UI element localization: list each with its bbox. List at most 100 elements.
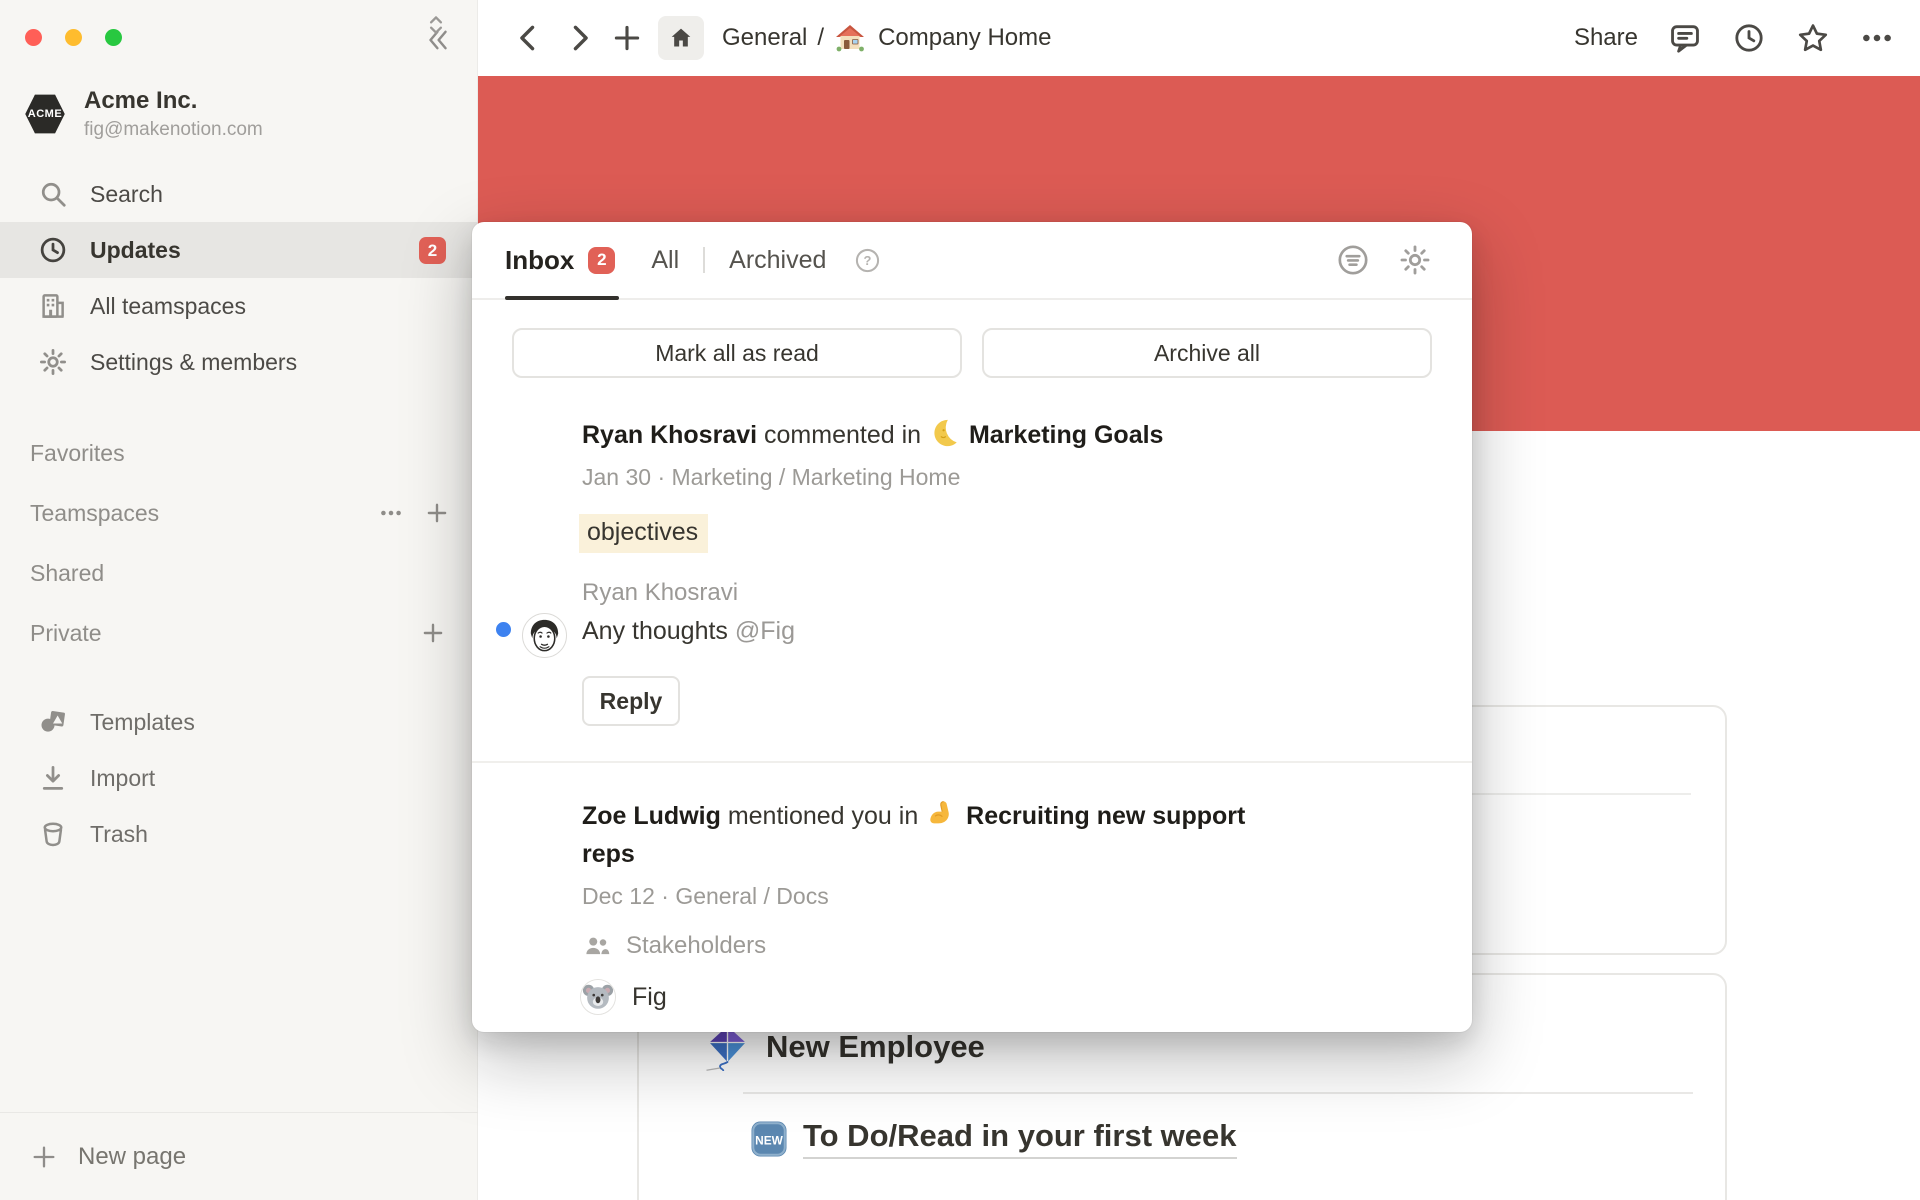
- tab-inbox-label: Inbox: [505, 245, 574, 276]
- notification-separator: [472, 761, 1472, 763]
- audience-row: Stakeholders: [582, 931, 1260, 961]
- new-tab-plus-button[interactable]: [610, 21, 644, 55]
- house-emoji: [834, 22, 866, 54]
- back-button[interactable]: [512, 21, 546, 55]
- sidebar-item-label: Search: [90, 181, 163, 208]
- people-icon: [582, 931, 612, 961]
- crescent-moon-emoji: [930, 418, 960, 448]
- tab-archived[interactable]: Archived: [729, 246, 826, 275]
- sidebar-item-updates[interactable]: Updates 2: [0, 222, 478, 278]
- building-icon: [38, 291, 68, 321]
- workspace-switcher[interactable]: ACME Acme Inc. fig@makenotion.com: [24, 86, 454, 142]
- archive-all-button[interactable]: Archive all: [982, 328, 1432, 378]
- sidebar: ACME Acme Inc. fig@makenotion.com Search…: [0, 0, 478, 1200]
- active-tab-underline: [505, 296, 619, 300]
- comment-text: Any thoughts: [582, 617, 728, 645]
- updates-inbox-popover: Inbox 2 All Archived ? Mark all as read …: [472, 222, 1472, 1032]
- home-breadcrumb-button[interactable]: [658, 16, 704, 60]
- embedded-page-title[interactable]: New Employee: [766, 1029, 985, 1065]
- section-label: Favorites: [30, 440, 125, 467]
- favorite-star-icon[interactable]: [1796, 21, 1830, 55]
- sidebar-item-label: Settings & members: [90, 349, 297, 376]
- reply-button[interactable]: Reply: [582, 676, 680, 726]
- updates-count-badge: 2: [419, 237, 446, 264]
- notification-item[interactable]: Ryan Khosravi commented in Marketing Goa…: [472, 416, 1472, 726]
- author-name: Zoe Ludwig: [582, 802, 721, 830]
- sidebar-item-trash[interactable]: Trash: [0, 806, 478, 862]
- sidebar-item-label: All teamspaces: [90, 293, 246, 320]
- home-icon: [668, 25, 694, 51]
- zoom-window-button[interactable]: [105, 29, 122, 46]
- share-button[interactable]: Share: [1574, 24, 1638, 52]
- sidebar-section-shared[interactable]: Shared: [30, 551, 104, 595]
- tab-all[interactable]: All: [651, 246, 679, 275]
- sidebar-section-teamspaces[interactable]: Teamspaces: [30, 491, 159, 535]
- sidebar-item-label: Templates: [90, 709, 195, 736]
- window-controls: [25, 29, 122, 46]
- workspace-logo: ACME: [24, 93, 66, 135]
- koala-emoji: [580, 979, 616, 1015]
- new-page-button[interactable]: New page: [0, 1112, 478, 1200]
- sidebar-item-label: Trash: [90, 821, 148, 848]
- todo-page-link[interactable]: To Do/Read in your first week: [803, 1118, 1237, 1159]
- notification-meta: Jan 30 · Marketing / Marketing Home: [582, 462, 1260, 492]
- divider: [743, 1092, 1693, 1094]
- sidebar-section-favorites[interactable]: Favorites: [30, 431, 125, 475]
- filter-icon[interactable]: [1336, 243, 1370, 277]
- teamspaces-more-icon[interactable]: [378, 500, 404, 526]
- sidebar-item-templates[interactable]: Templates: [0, 694, 478, 750]
- sidebar-item-settings-members[interactable]: Settings & members: [0, 334, 478, 390]
- quoted-highlight: objectives: [579, 514, 708, 553]
- workspace-info: Acme Inc. fig@makenotion.com: [84, 87, 263, 142]
- settings-gear-icon[interactable]: [1398, 243, 1432, 277]
- sidebar-section-private[interactable]: Private: [30, 611, 102, 655]
- breadcrumb-separator: /: [817, 24, 824, 52]
- teamspaces-add-icon[interactable]: [424, 500, 450, 526]
- inbox-unread-badge: 2: [588, 247, 615, 274]
- section-label: Private: [30, 620, 102, 647]
- mention-row: Fig: [580, 979, 1260, 1015]
- forward-button[interactable]: [562, 21, 596, 55]
- flex-biceps-emoji: [927, 799, 957, 829]
- history-clock-icon[interactable]: [1732, 21, 1766, 55]
- sidebar-item-label: Import: [90, 765, 155, 792]
- page-title: Marketing Goals: [969, 421, 1164, 449]
- mark-all-read-button[interactable]: Mark all as read: [512, 328, 962, 378]
- notification-item[interactable]: Zoe Ludwig mentioned you in Recruiting n…: [472, 797, 1472, 1015]
- private-add-icon[interactable]: [420, 620, 446, 646]
- workspace-name: Acme Inc.: [84, 87, 263, 116]
- topbar: General / Company Home Share: [478, 0, 1920, 76]
- sidebar-item-label: Updates: [90, 237, 181, 264]
- sidebar-item-search[interactable]: Search: [0, 166, 478, 222]
- clock-icon: [38, 235, 68, 265]
- comment-author: Ryan Khosravi: [582, 577, 1260, 609]
- section-label: Teamspaces: [30, 500, 159, 527]
- comments-icon[interactable]: [1668, 21, 1702, 55]
- mention-name: Fig: [632, 983, 667, 1012]
- more-options-icon[interactable]: [1860, 21, 1894, 55]
- help-icon[interactable]: ?: [854, 247, 881, 274]
- tab-inbox[interactable]: Inbox 2: [505, 245, 615, 276]
- new-button-emoji: NEW: [749, 1119, 789, 1159]
- svg-text:NEW: NEW: [755, 1133, 783, 1147]
- notification-meta: Dec 12 · General / Docs: [582, 881, 1260, 911]
- breadcrumb: General / Company Home: [722, 22, 1051, 54]
- notification-title: Zoe Ludwig mentioned you in Recruiting n…: [582, 797, 1260, 873]
- audience-label: Stakeholders: [626, 932, 766, 960]
- close-window-button[interactable]: [25, 29, 42, 46]
- plus-icon: [30, 1143, 58, 1171]
- section-label: Shared: [30, 560, 104, 587]
- sidebar-item-import[interactable]: Import: [0, 750, 478, 806]
- workspace-switch-icon[interactable]: [423, 12, 449, 38]
- breadcrumb-root[interactable]: General: [722, 24, 807, 52]
- avatar-ryan: [522, 613, 567, 658]
- workspace-email: fig@makenotion.com: [84, 119, 263, 142]
- new-page-label: New page: [78, 1143, 186, 1171]
- breadcrumb-page-title[interactable]: Company Home: [878, 24, 1051, 52]
- tab-divider: [703, 247, 705, 273]
- minimize-window-button[interactable]: [65, 29, 82, 46]
- sidebar-item-all-teamspaces[interactable]: All teamspaces: [0, 278, 478, 334]
- svg-text:?: ?: [864, 253, 872, 268]
- notification-title: Ryan Khosravi commented in Marketing Goa…: [582, 416, 1260, 454]
- user-mention[interactable]: @Fig: [735, 617, 795, 645]
